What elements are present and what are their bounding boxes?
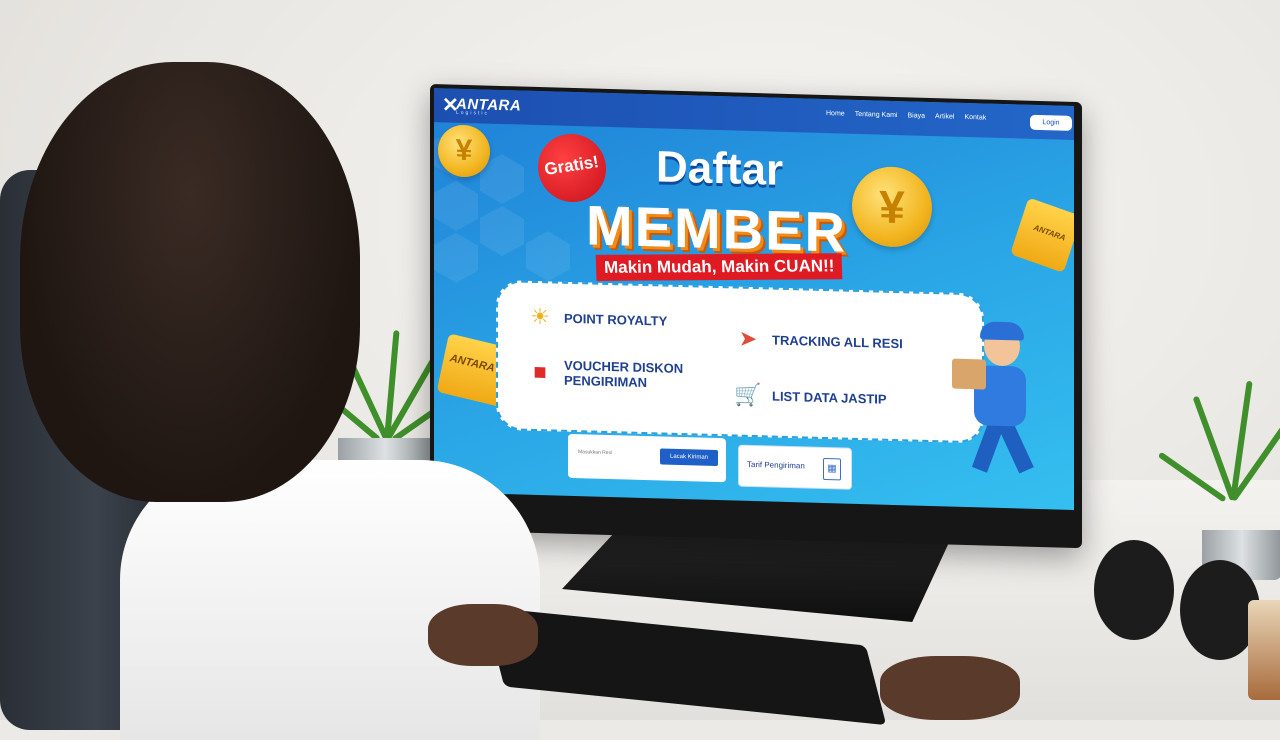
nav-link-biaya[interactable]: Biaya bbox=[908, 112, 926, 119]
benefit-point-royalty: ☀ POINT ROYALTY bbox=[526, 303, 714, 336]
sun-star-icon: ☀ bbox=[530, 303, 550, 330]
shopping-cart-icon: 🛒 bbox=[734, 381, 762, 408]
resi-input[interactable] bbox=[576, 448, 650, 459]
courier-mascot-illustration bbox=[950, 321, 1050, 488]
website-screen: ✕ ANTARA Logistic Home Tentang Kami Biay… bbox=[434, 88, 1074, 510]
site-logo[interactable]: ✕ ANTARA Logistic bbox=[442, 94, 521, 117]
hex-pattern bbox=[434, 180, 478, 231]
nav-links: Home Tentang Kami Biaya Artikel Kontak bbox=[826, 110, 986, 121]
person-head bbox=[20, 62, 360, 502]
person-shoulder bbox=[120, 460, 540, 740]
hex-pattern bbox=[526, 231, 570, 282]
benefit-label: POINT ROYALTY bbox=[564, 310, 668, 329]
hex-pattern bbox=[434, 232, 478, 283]
benefit-label: TRACKING ALL RESI bbox=[772, 332, 903, 351]
monitor: ✕ ANTARA Logistic Home Tentang Kami Biay… bbox=[430, 84, 1082, 549]
coffee-mug bbox=[1248, 600, 1280, 700]
hero-tagline: Makin Mudah, Makin CUAN!! bbox=[595, 253, 843, 281]
yen-coin-icon: ¥ bbox=[852, 165, 932, 249]
nav-link-artikel[interactable]: Artikel bbox=[935, 113, 954, 121]
nav-link-kontak[interactable]: Kontak bbox=[964, 114, 986, 122]
right-hand bbox=[880, 656, 1020, 720]
logo-mark-icon: ✕ bbox=[442, 94, 459, 117]
route-pin-icon: ➤ bbox=[738, 325, 758, 352]
benefit-voucher-diskon: ■ VOUCHER DISKON PENGIRIMAN bbox=[526, 357, 714, 392]
voucher-icon: ■ bbox=[533, 358, 547, 385]
benefits-card: ☀ POINT ROYALTY ➤ TRACKING ALL RESI ■ VO… bbox=[496, 279, 984, 444]
calculator-icon: ▦ bbox=[823, 457, 841, 481]
tarif-label: Tarif Pengiriman bbox=[747, 459, 805, 471]
benefit-label: VOUCHER DISKON PENGIRIMAN bbox=[564, 357, 684, 391]
nav-link-home[interactable]: Home bbox=[826, 110, 845, 118]
benefit-tracking-all-resi: ➤ TRACKING ALL RESI bbox=[734, 324, 952, 358]
lacak-kiriman-button[interactable]: Lacak Kiriman bbox=[660, 448, 718, 467]
yen-coin-icon: ¥ bbox=[438, 124, 490, 178]
nav-link-tentang-kami[interactable]: Tentang Kami bbox=[855, 111, 898, 119]
benefit-list-data-jastip: 🛒 LIST DATA JASTIP bbox=[734, 380, 952, 414]
benefit-label: LIST DATA JASTIP bbox=[772, 388, 887, 407]
hex-pattern bbox=[480, 205, 524, 256]
login-button[interactable]: Login bbox=[1030, 114, 1072, 131]
tarif-pengiriman-card[interactable]: Tarif Pengiriman ▦ bbox=[738, 444, 852, 490]
ticket-icon: ANTARA bbox=[1010, 197, 1074, 273]
left-hand bbox=[428, 604, 538, 666]
hero-title-daftar: Daftar bbox=[656, 142, 784, 195]
tracking-form: Lacak Kiriman bbox=[568, 433, 726, 483]
